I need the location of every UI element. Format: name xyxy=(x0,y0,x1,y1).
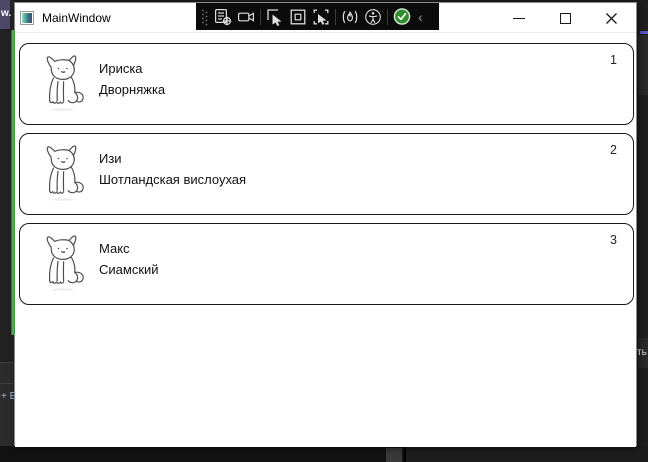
list-item-cat-2[interactable]: Изи Шотландская вислоухая 2 xyxy=(19,133,634,215)
background-text-fragment: + Е xyxy=(1,391,16,402)
toolbar-separator xyxy=(335,9,336,25)
accessibility-checker-icon[interactable] xyxy=(364,8,382,26)
cat-breed: Сиамский xyxy=(99,259,159,280)
list-item-cat-3[interactable]: Макс Сиамский 3 xyxy=(19,223,634,305)
app-icon-art xyxy=(22,13,32,23)
ide-purple-line xyxy=(640,31,648,34)
track-focused-element-icon[interactable] xyxy=(312,8,330,26)
background-text-fragment: w. xyxy=(1,8,11,19)
background-text-fragment: ть xyxy=(637,347,647,358)
taskbar-strip-right xyxy=(406,446,648,462)
cat-list: Ириска Дворняжка 1 xyxy=(15,34,636,447)
cat-number: 1 xyxy=(610,53,617,67)
hot-reload-icon[interactable] xyxy=(341,8,359,26)
minimize-button[interactable] xyxy=(496,3,542,33)
display-layout-adorners-icon[interactable] xyxy=(289,8,307,26)
grip-handle[interactable] xyxy=(201,8,209,26)
ide-divider xyxy=(0,362,14,363)
cat-image xyxy=(39,53,89,113)
cat-breed: Шотландская вислоухая xyxy=(99,169,246,190)
main-window: MainWindow xyxy=(14,2,637,446)
cat-image xyxy=(39,233,89,293)
cat-image xyxy=(39,143,89,203)
ide-background-right-block xyxy=(638,35,648,95)
select-element-icon[interactable] xyxy=(266,8,284,26)
cat-name: Макс xyxy=(99,238,159,259)
screen-capture-icon[interactable] xyxy=(237,8,255,26)
app-icon xyxy=(20,11,34,25)
maximize-icon xyxy=(560,13,571,24)
close-icon xyxy=(605,12,618,25)
window-title: MainWindow xyxy=(42,11,111,25)
collapse-chevron-icon[interactable]: ‹ xyxy=(416,10,423,24)
toolbar-separator xyxy=(260,9,261,25)
cat-name: Ириска xyxy=(99,58,165,79)
toolbar-separator xyxy=(387,9,388,25)
ide-divider xyxy=(0,383,14,384)
hot-reload-status-icon[interactable] xyxy=(393,8,411,26)
live-visual-tree-icon[interactable] xyxy=(214,8,232,26)
close-button[interactable] xyxy=(588,3,634,33)
cat-breed: Дворняжка xyxy=(99,79,165,100)
cat-number: 2 xyxy=(610,143,617,157)
debug-toolbar: ‹ xyxy=(196,3,439,30)
list-item-cat-1[interactable]: Ириска Дворняжка 1 xyxy=(19,43,634,125)
minimize-icon xyxy=(513,18,525,19)
cat-number: 3 xyxy=(610,233,617,247)
screen: w. + Е ть MainWindow xyxy=(0,0,648,462)
editor-change-margin xyxy=(11,30,15,335)
cat-name: Изи xyxy=(99,148,246,169)
taskbar-item xyxy=(386,448,402,462)
maximize-button[interactable] xyxy=(542,3,588,33)
window-controls xyxy=(496,3,634,33)
